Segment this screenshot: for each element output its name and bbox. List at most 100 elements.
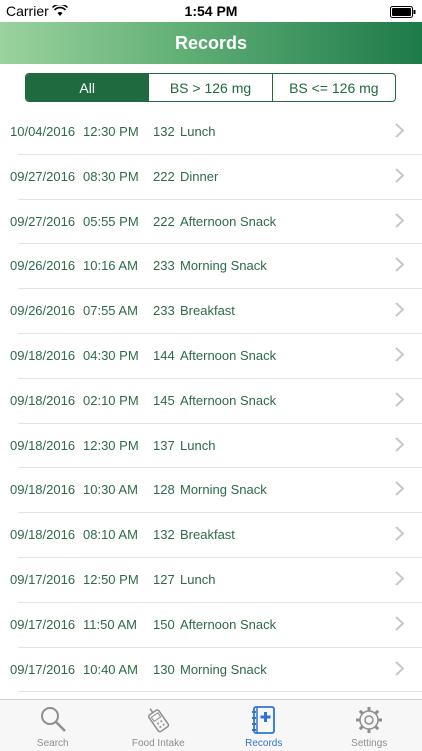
record-date: 09/18/2016 — [10, 393, 75, 408]
record-blood-sugar: 145 — [153, 393, 175, 408]
record-row[interactable]: 09/26/2016 10:16 AM 233 Morning Snack — [18, 244, 422, 289]
record-date: 10/04/2016 — [10, 124, 75, 139]
record-time: 05:55 PM — [83, 214, 139, 229]
chevron-right-icon — [395, 616, 404, 636]
record-row[interactable]: 09/18/2016 02:10 PM 145 Afternoon Snack — [18, 379, 422, 424]
filter-all[interactable]: All — [26, 74, 148, 101]
record-time: 07:55 AM — [83, 303, 138, 318]
chevron-right-icon — [395, 168, 404, 188]
record-meal: Morning Snack — [180, 482, 267, 497]
tab-search[interactable]: Search — [0, 700, 106, 751]
tab-records[interactable]: Records — [211, 700, 317, 751]
record-row[interactable]: 09/18/2016 12:30 PM 137 Lunch — [18, 424, 422, 469]
record-blood-sugar: 132 — [153, 527, 175, 542]
chevron-right-icon — [395, 257, 404, 277]
record-time: 04:30 PM — [83, 348, 139, 363]
record-blood-sugar: 150 — [153, 617, 175, 632]
record-date: 09/18/2016 — [10, 438, 75, 453]
chevron-right-icon — [395, 392, 404, 412]
record-blood-sugar: 144 — [153, 348, 175, 363]
filter-bs-normal[interactable]: BS <= 126 mg — [272, 74, 395, 101]
record-row[interactable]: 09/27/2016 05:55 PM 222 Afternoon Snack — [18, 200, 422, 245]
chevron-right-icon — [395, 213, 404, 233]
record-date: 09/26/2016 — [10, 303, 75, 318]
tab-records-label: Records — [211, 738, 317, 749]
record-meal: Afternoon Snack — [180, 348, 276, 363]
clock: 1:54 PM — [0, 3, 422, 19]
record-blood-sugar: 137 — [153, 438, 175, 453]
record-row[interactable]: 09/17/2016 11:50 AM 150 Afternoon Snack — [18, 603, 422, 648]
record-meal: Afternoon Snack — [180, 393, 276, 408]
record-date: 09/18/2016 — [10, 482, 75, 497]
record-time: 08:30 PM — [83, 169, 139, 184]
record-date: 09/26/2016 — [10, 258, 75, 273]
record-meal: Afternoon Snack — [180, 617, 276, 632]
battery-icon — [390, 5, 416, 21]
record-meal: Lunch — [180, 438, 215, 453]
record-row[interactable]: 10/04/2016 12:30 PM 132 Lunch — [18, 110, 422, 155]
record-time: 12:30 PM — [83, 124, 139, 139]
status-bar: Carrier 1:54 PM — [0, 0, 422, 22]
chevron-right-icon — [395, 123, 404, 143]
chevron-right-icon — [395, 437, 404, 457]
record-time: 10:16 AM — [83, 258, 138, 273]
record-date: 09/17/2016 — [10, 572, 75, 587]
record-blood-sugar: 132 — [153, 124, 175, 139]
record-date: 09/18/2016 — [10, 527, 75, 542]
filter-segmented-control: All BS > 126 mg BS <= 126 mg — [25, 73, 396, 102]
record-meal: Afternoon Snack — [180, 214, 276, 229]
record-date: 09/17/2016 — [10, 662, 75, 677]
records-book-icon — [251, 705, 277, 740]
record-row[interactable]: 09/18/2016 04:30 PM 144 Afternoon Snack — [18, 334, 422, 379]
chevron-right-icon — [395, 302, 404, 322]
chevron-right-icon — [395, 481, 404, 501]
tab-settings[interactable]: Settings — [317, 700, 422, 751]
record-row[interactable]: 09/26/2016 07:55 AM 233 Breakfast — [18, 289, 422, 334]
record-row[interactable]: 09/18/2016 08:10 AM 132 Breakfast — [18, 513, 422, 558]
record-date: 09/18/2016 — [10, 348, 75, 363]
tab-settings-label: Settings — [317, 738, 422, 749]
gear-icon — [354, 705, 384, 740]
chevron-right-icon — [395, 661, 404, 681]
chevron-right-icon — [395, 571, 404, 591]
record-date: 09/27/2016 — [10, 169, 75, 184]
tab-bar: Search Food Intake — [0, 699, 422, 751]
search-icon — [39, 705, 67, 738]
record-time: 12:30 PM — [83, 438, 139, 453]
record-meal: Breakfast — [180, 303, 235, 318]
tab-food-intake[interactable]: Food Intake — [106, 700, 212, 751]
record-row[interactable]: 09/27/2016 08:30 PM 222 Dinner — [18, 155, 422, 200]
record-blood-sugar: 130 — [153, 662, 175, 677]
record-blood-sugar: 222 — [153, 214, 175, 229]
record-row[interactable]: 09/17/2016 12:50 PM 127 Lunch — [18, 558, 422, 603]
record-time: 10:40 AM — [83, 662, 138, 677]
record-meal: Breakfast — [180, 527, 235, 542]
record-blood-sugar: 222 — [153, 169, 175, 184]
record-time: 11:50 AM — [83, 617, 137, 632]
record-time: 08:10 AM — [83, 527, 138, 542]
record-row[interactable]: 09/17/2016 10:40 AM 130 Morning Snack — [18, 648, 422, 693]
record-time: 12:50 PM — [83, 572, 139, 587]
tab-food-intake-label: Food Intake — [106, 738, 212, 749]
records-list: 10/04/2016 12:30 PM 132 Lunch 09/27/2016… — [0, 110, 422, 698]
record-time: 10:30 AM — [83, 482, 138, 497]
record-blood-sugar: 233 — [153, 303, 175, 318]
page-title: Records — [0, 33, 422, 54]
navigation-bar: Records — [0, 22, 422, 64]
record-meal: Morning Snack — [180, 258, 267, 273]
record-row[interactable]: 09/18/2016 10:30 AM 128 Morning Snack — [18, 468, 422, 513]
record-time: 02:10 PM — [83, 393, 139, 408]
record-blood-sugar: 127 — [153, 572, 175, 587]
record-blood-sugar: 233 — [153, 258, 175, 273]
record-date: 09/27/2016 — [10, 214, 75, 229]
chevron-right-icon — [395, 526, 404, 546]
record-meal: Dinner — [180, 169, 218, 184]
record-meal: Lunch — [180, 124, 215, 139]
tab-search-label: Search — [0, 738, 106, 749]
record-meal: Lunch — [180, 572, 215, 587]
record-blood-sugar: 128 — [153, 482, 175, 497]
glucose-meter-icon — [143, 705, 173, 740]
filter-bs-high[interactable]: BS > 126 mg — [148, 74, 271, 101]
record-meal: Morning Snack — [180, 662, 267, 677]
chevron-right-icon — [395, 347, 404, 367]
